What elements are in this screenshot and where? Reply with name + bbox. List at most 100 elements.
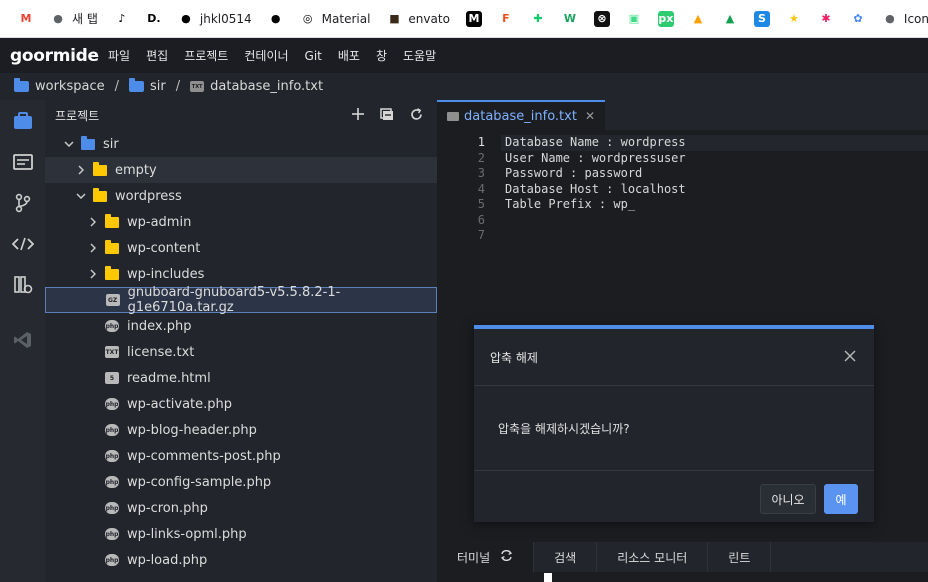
bookmark-label: envato	[408, 11, 450, 26]
menu-item-7[interactable]: 도움말	[395, 47, 444, 64]
bookmark-label: Icons	[903, 11, 928, 26]
bookmark-11[interactable]: W	[554, 0, 586, 37]
text-file-icon: TXT	[190, 81, 205, 92]
tree-item-label: wordpress	[115, 188, 182, 204]
git-branch-icon[interactable]	[0, 182, 45, 223]
code-line: 1 Database Name : wordpress	[437, 135, 928, 151]
tab-lint[interactable]: 린트	[708, 542, 772, 572]
bookmark-16[interactable]: ▲	[714, 0, 746, 37]
menu-item-4[interactable]: Git	[297, 49, 330, 63]
bookmark-12[interactable]: ⊗	[586, 0, 618, 37]
tree-folder[interactable]: wordpress	[45, 183, 437, 209]
bookmark-13[interactable]: ▣	[618, 0, 650, 37]
archive-file-icon: GZ	[105, 294, 120, 306]
bookmark-20[interactable]: ✿	[842, 0, 874, 37]
terminal-refresh-icon[interactable]	[500, 550, 513, 564]
tab-terminal[interactable]: 터미널	[437, 542, 535, 572]
bookmark-15[interactable]: ▲	[682, 0, 714, 37]
php-file-icon: php	[105, 320, 119, 332]
project-explorer-icon[interactable]	[0, 100, 45, 141]
extract-dialog: 압축 해제 압축을 해제하시겠습니까? 아니오 예	[474, 325, 874, 522]
tree-file[interactable]: 5 readme.html	[45, 365, 437, 391]
bookmark-4[interactable]: ● jhkl0514	[170, 0, 260, 37]
tree-folder[interactable]: sir	[45, 131, 437, 157]
bookmark-2[interactable]: ♪	[106, 0, 138, 37]
extensions-icon[interactable]	[0, 264, 45, 305]
folder-icon	[129, 78, 144, 92]
breadcrumb-workspace[interactable]: workspace	[35, 79, 105, 94]
outline-icon[interactable]	[0, 141, 45, 182]
bookmark-19[interactable]: ✱	[810, 0, 842, 37]
tree-folder[interactable]: empty	[45, 157, 437, 183]
tab-search[interactable]: 검색	[534, 542, 598, 572]
close-icon[interactable]	[844, 347, 856, 366]
no-button[interactable]: 아니오	[760, 484, 816, 514]
close-tab-icon[interactable]: ✕	[585, 109, 595, 123]
chevron-right-icon[interactable]	[87, 217, 99, 227]
tree-folder[interactable]: wp-admin	[45, 209, 437, 235]
tree-file[interactable]: php wp-comments-post.php	[45, 443, 437, 469]
tree-file[interactable]: TXT license.txt	[45, 339, 437, 365]
bookmark-14[interactable]: px	[650, 0, 682, 37]
bookmark-favicon-icon: ●	[50, 10, 66, 27]
bookmark-7[interactable]: ■ envato	[378, 0, 458, 37]
tree-folder[interactable]: wp-includes	[45, 261, 437, 287]
editor-tabs: database_info.txt ✕	[437, 100, 928, 130]
menu-item-0[interactable]: 파일	[100, 47, 138, 64]
tree-file[interactable]: php wp-config-sample.php	[45, 469, 437, 495]
refresh-icon[interactable]	[410, 107, 423, 124]
breadcrumb-sir[interactable]: sir	[150, 79, 166, 94]
chevron-right-icon[interactable]	[75, 165, 87, 175]
folder-icon	[105, 265, 119, 280]
tree-file[interactable]: php wp-activate.php	[45, 391, 437, 417]
chevron-down-icon[interactable]	[63, 141, 75, 147]
bookmark-1[interactable]: ● 새 탭	[42, 0, 106, 37]
tree-file[interactable]: php wp-cron.php	[45, 495, 437, 521]
bookmark-8[interactable]: M	[458, 0, 490, 37]
breadcrumb-file[interactable]: database_info.txt	[210, 79, 323, 94]
menu-item-2[interactable]: 프로젝트	[176, 47, 236, 64]
tree-file[interactable]: php wp-load.php	[45, 547, 437, 573]
tree-folder[interactable]: wp-content	[45, 235, 437, 261]
bookmark-17[interactable]: S	[746, 0, 778, 37]
bookmark-10[interactable]: ✚	[522, 0, 554, 37]
yes-button[interactable]: 예	[824, 484, 858, 514]
bookmark-3[interactable]: D.	[138, 0, 170, 37]
folder-icon	[105, 213, 119, 228]
tree-file[interactable]: php index.php	[45, 313, 437, 339]
menu-item-1[interactable]: 편집	[138, 47, 176, 64]
bookmark-18[interactable]: ★	[778, 0, 810, 37]
chevron-right-icon[interactable]	[87, 269, 99, 279]
tree-file[interactable]: php wp-links-opml.php	[45, 521, 437, 547]
collapse-all-icon[interactable]	[380, 107, 394, 124]
app-header: goormide 파일 편집 프로젝트 컨테이너 Git 배포 창 도움말	[0, 38, 928, 73]
editor-text-area[interactable]: 1 Database Name : wordpress 2 User Name : w…	[437, 135, 928, 244]
menu-item-3[interactable]: 컨테이너	[236, 47, 296, 64]
add-icon[interactable]	[352, 108, 364, 123]
bookmark-favicon-icon: ■	[386, 10, 403, 27]
bookmark-21[interactable]: ● Icons	[874, 0, 928, 37]
code-icon[interactable]	[0, 223, 45, 264]
goormide-logo[interactable]: goormide	[0, 46, 100, 66]
chevron-right-icon[interactable]	[87, 243, 99, 253]
menu-item-6[interactable]: 창	[368, 47, 395, 64]
tab-database-info[interactable]: database_info.txt ✕	[437, 100, 606, 130]
bookmark-9[interactable]: F	[490, 0, 522, 37]
bookmark-6[interactable]: ◎ Material	[292, 0, 379, 37]
chevron-down-icon[interactable]	[75, 193, 87, 199]
menu-item-5[interactable]: 배포	[330, 47, 368, 64]
terminal-area[interactable]	[437, 572, 928, 582]
tab-resource-monitor[interactable]: 리소스 모니터	[597, 542, 709, 572]
bookmark-5[interactable]: ●	[260, 0, 292, 37]
vscode-icon[interactable]	[0, 319, 45, 360]
html5-file-icon: 5	[105, 372, 119, 384]
bookmark-0[interactable]: M	[10, 0, 42, 37]
terminal-cursor	[544, 573, 552, 582]
tree-file[interactable]: GZ gnuboard-gnuboard5-v5.5.8.2-1-g1e6710a…	[45, 285, 437, 315]
tree-file[interactable]: php wp-blog-header.php	[45, 417, 437, 443]
bookmarks-bar: M ● 새 탭 ♪ D. ● jhkl0514 ● ◎ Material ■ envato M F ✚ W ⊗ ▣…	[0, 0, 928, 38]
project-explorer: 프로젝트 sir empty wordpress wp-admin wp-content…	[45, 100, 437, 582]
folder-icon	[93, 187, 107, 202]
tree-item-label: index.php	[127, 318, 192, 334]
line-number: 7	[477, 228, 485, 242]
